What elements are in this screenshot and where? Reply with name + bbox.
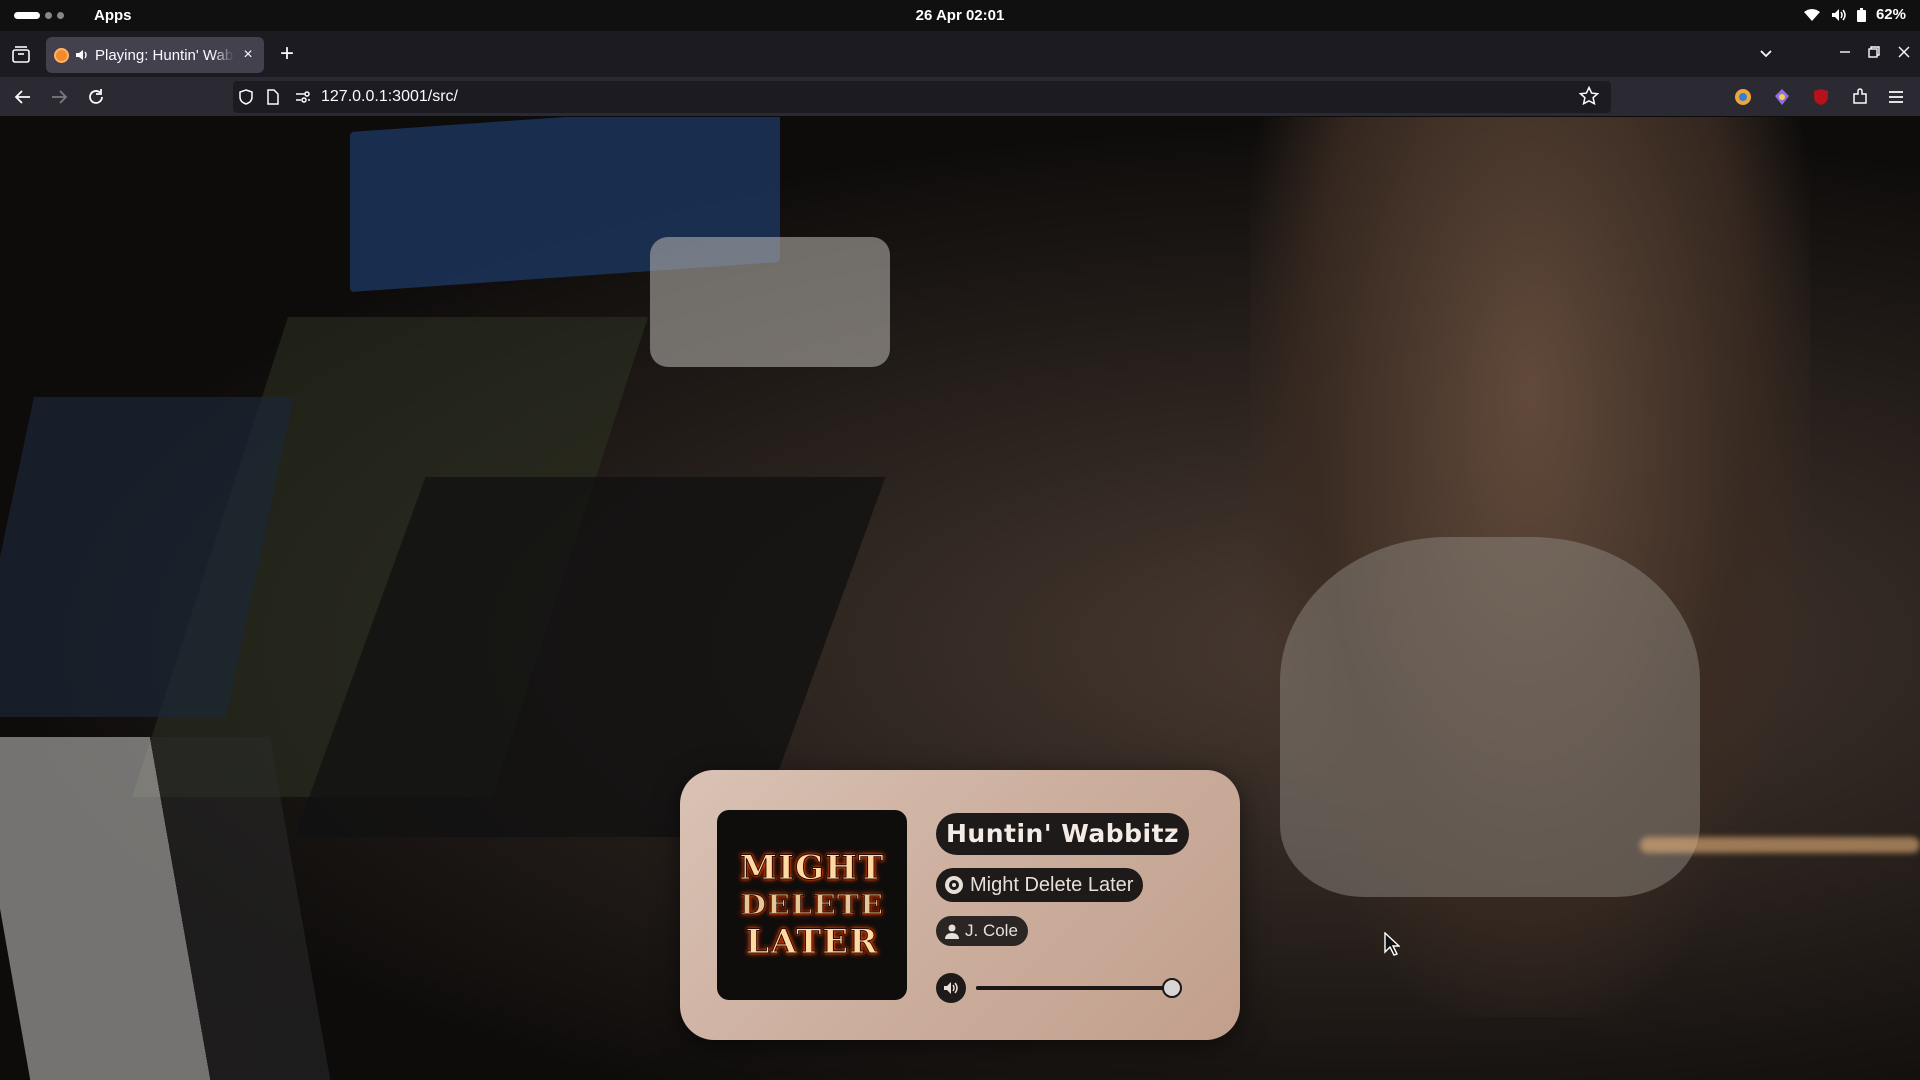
url-bar[interactable]: 127.0.0.1:3001/src/ <box>233 81 1611 113</box>
page-background-photo: MIGHT DELETE LATER Huntin' Wabbitz Might… <box>0 117 1920 1080</box>
bookmark-star-icon[interactable] <box>1579 86 1599 106</box>
person-icon <box>945 924 959 939</box>
tab-close-icon[interactable]: × <box>240 47 256 63</box>
speaker-icon <box>1831 8 1846 21</box>
browser-navigation-bar: 127.0.0.1:3001/src/ <box>0 77 1920 117</box>
album-cover-art[interactable]: MIGHT DELETE LATER <box>717 810 907 1000</box>
tab-title: Playing: Huntin' Wabbitz <box>95 46 234 64</box>
workspace-active-indicator[interactable] <box>14 12 40 19</box>
workspace-dot[interactable] <box>45 12 52 19</box>
volume-slider-thumb[interactable] <box>1162 978 1182 998</box>
system-status-area[interactable]: 62% <box>1803 6 1906 23</box>
music-player-card: MIGHT DELETE LATER Huntin' Wabbitz Might… <box>680 770 1240 1040</box>
back-icon[interactable] <box>11 85 35 109</box>
browser-tab-active[interactable]: Playing: Huntin' Wabbitz × <box>46 37 264 73</box>
volume-button[interactable] <box>936 973 966 1003</box>
page-icon[interactable] <box>267 89 279 105</box>
album-name: Might Delete Later <box>970 873 1134 896</box>
window-restore-icon[interactable] <box>1867 45 1881 59</box>
ublock-icon[interactable] <box>1811 87 1831 107</box>
cover-text-line: DELETE <box>739 889 885 921</box>
disc-icon <box>945 876 963 894</box>
color-extension-icon[interactable] <box>1772 87 1792 107</box>
shield-icon[interactable] <box>239 89 253 105</box>
volume-slider[interactable] <box>976 978 1182 998</box>
tab-list-icon[interactable] <box>10 44 32 66</box>
speaker-icon <box>944 982 958 994</box>
tab-favicon <box>54 47 69 63</box>
song-title: Huntin' Wabbitz <box>936 813 1190 855</box>
tab-audio-playing-icon[interactable] <box>75 49 89 61</box>
artist-pill[interactable]: J. Cole <box>936 916 1028 946</box>
light-strip <box>1640 837 1920 853</box>
browser-tab-strip: Playing: Huntin' Wabbitz × + <box>0 31 1920 77</box>
window-close-icon[interactable] <box>1897 45 1911 59</box>
profile-extension-icon[interactable] <box>1733 87 1753 107</box>
artist-name: J. Cole <box>965 921 1018 940</box>
url-text[interactable]: 127.0.0.1:3001/src/ <box>321 88 458 106</box>
system-clock[interactable]: 26 Apr 02:01 <box>0 7 1920 24</box>
apps-menu-button[interactable]: Apps <box>94 7 132 24</box>
wifi-icon <box>1803 8 1820 21</box>
volume-slider-fill <box>976 986 1172 990</box>
battery-percentage: 62% <box>1875 6 1906 23</box>
system-top-bar: Apps 26 Apr 02:01 62% <box>0 0 1920 31</box>
workspace-indicator[interactable] <box>14 12 64 19</box>
cover-text-line: LATER <box>745 921 879 962</box>
album-pill[interactable]: Might Delete Later <box>936 868 1144 902</box>
mouse-pointer-icon <box>1384 932 1400 956</box>
new-tab-button[interactable]: + <box>280 42 294 66</box>
extensions-icon[interactable] <box>1850 87 1870 107</box>
reload-icon[interactable] <box>84 85 108 109</box>
white-tank-top <box>1280 537 1700 897</box>
permissions-icon[interactable] <box>295 89 311 105</box>
list-all-tabs-chevron-icon[interactable] <box>1758 45 1774 61</box>
forward-icon[interactable] <box>47 85 71 109</box>
cover-text-line: MIGHT <box>739 847 885 888</box>
workspace-dot[interactable] <box>57 12 64 19</box>
foam-takeout-box <box>650 237 890 367</box>
menu-icon[interactable] <box>1886 87 1906 107</box>
battery-icon <box>1856 7 1866 22</box>
window-minimize-icon[interactable] <box>1838 45 1852 59</box>
